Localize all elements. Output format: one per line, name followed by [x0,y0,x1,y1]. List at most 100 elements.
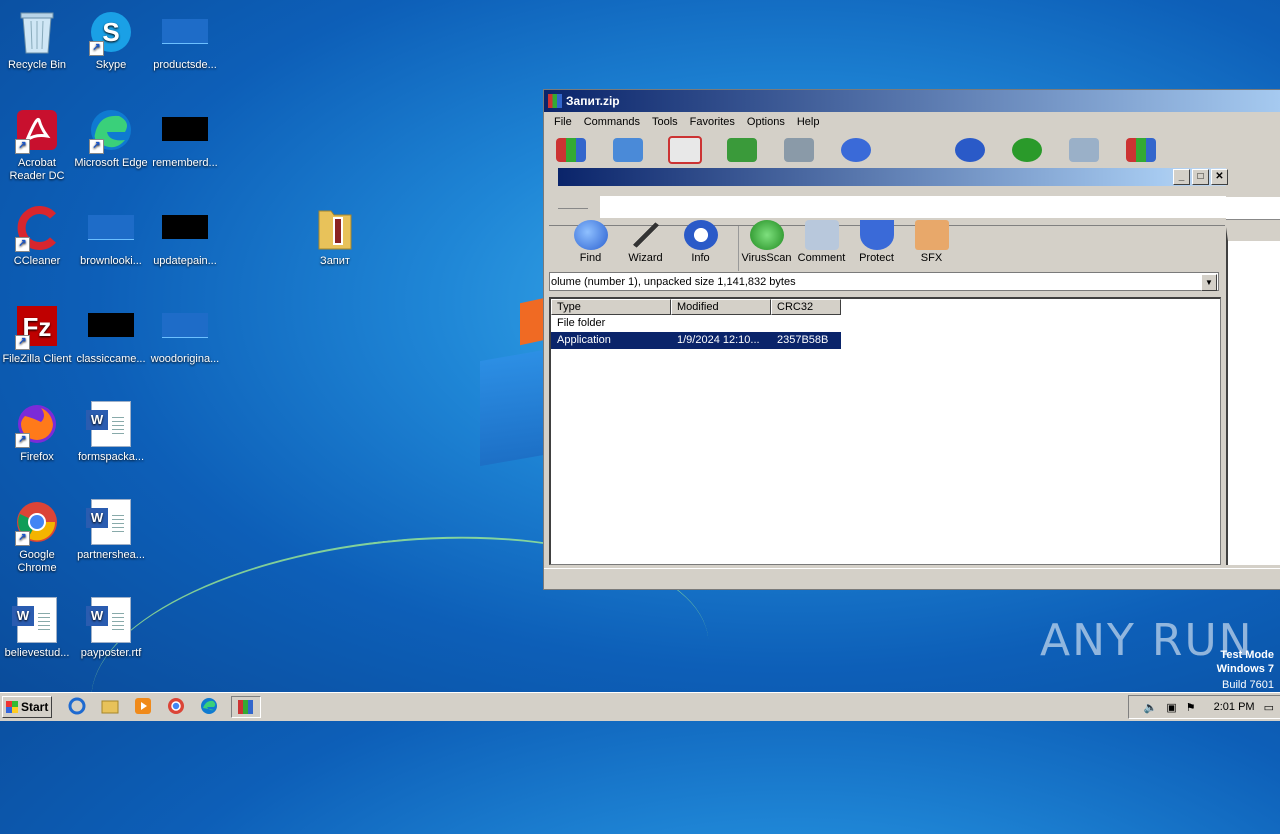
chrome-taskbar-button[interactable] [165,696,187,716]
column-type[interactable]: Type [551,299,671,315]
internet-explorer-icon [68,697,86,715]
info-button[interactable]: Info [673,220,728,271]
desktop-icon-formspacka[interactable]: formspacka... [74,400,148,464]
desktop-icon-productsde[interactable]: productsde... [148,8,222,72]
menu-options[interactable]: Options [741,116,791,128]
desktop-icon-partnershea[interactable]: partnershea... [74,498,148,562]
cell-modified: 1/9/2024 12:10... [671,332,771,349]
menu-commands[interactable]: Commands [578,116,646,128]
folder-icon [101,700,119,714]
windows-flag-icon [6,701,18,713]
archive-info-bar[interactable]: olume (number 1), unpacked size 1,141,83… [549,272,1219,291]
edge-icon: ↗ [87,106,135,154]
virusscan-icon [749,220,784,250]
desktop-icon-label: productsde... [153,59,217,71]
virusscan-label: VirusScan [741,252,792,264]
virusscan-button[interactable]: VirusScan [738,220,794,271]
column-modified[interactable]: Modified [671,299,771,315]
sfx-button[interactable]: SFX [904,220,959,271]
add-icon [556,138,586,162]
table-row-selected[interactable]: Application 1/9/2024 12:10... 2357B58B [551,332,1220,349]
winrar-window[interactable]: Запит.zip File Commands Tools Favorites … [543,89,1280,590]
shortcut-arrow-icon: ↗ [15,139,30,154]
table-row[interactable]: File folder [551,315,1220,332]
desktop-icon-filezilla[interactable]: Fz ↗ FileZilla Client [0,302,74,366]
volume-icon[interactable]: 🔈 [1144,701,1158,714]
desktop-icon-label: Recycle Bin [7,59,67,71]
clock[interactable]: 2:01 PM [1214,701,1255,713]
shortcut-arrow-icon: ↗ [15,433,30,448]
column-crc32[interactable]: CRC32 [771,299,841,315]
comment-top-button[interactable] [1065,136,1103,164]
protect-button[interactable]: Protect [849,220,904,271]
desktop-icon-believestud[interactable]: believestud... [0,596,74,660]
bug-icon [1012,138,1042,162]
cell-crc [771,315,841,332]
comment-button[interactable]: Comment [794,220,849,271]
window-title-bar[interactable]: Запит.zip [544,90,1280,112]
test-button[interactable] [666,136,704,164]
minimize-button[interactable]: _ [1173,169,1190,185]
desktop-icon-classiccame[interactable]: classiccame... [74,302,148,366]
extract-button[interactable] [609,136,647,164]
edge-icon [201,698,217,714]
start-button[interactable]: Start [2,696,52,718]
winrar-taskbar-button[interactable] [231,696,261,718]
build-text: Build 7601 [1222,679,1274,691]
desktop-icon-ccleaner[interactable]: ↗ CCleaner [0,204,74,268]
sfx-label: SFX [920,252,943,264]
desktop-icon-chrome[interactable]: ↗ Google Chrome [0,498,74,575]
close-button[interactable]: ✕ [1211,169,1228,185]
desktop-icon-label: brownlooki... [80,255,142,267]
sfx-top-button[interactable] [1122,136,1160,164]
acrobat-icon: ↗ [13,106,61,154]
info-label: Info [691,252,710,264]
inner-window-title-bar[interactable]: _ □ ✕ [558,168,1228,186]
view-button[interactable] [723,136,761,164]
delete-button[interactable] [780,136,818,164]
action-center-flag-icon[interactable]: ⚑ [1186,701,1196,714]
blank-file-icon [161,302,209,350]
menu-help[interactable]: Help [791,116,826,128]
desktop-icon-rememberd[interactable]: rememberd... [148,106,222,170]
desktop-icon-acrobat[interactable]: ↗ Acrobat Reader DC [0,106,74,183]
menu-favorites[interactable]: Favorites [684,116,741,128]
ie-taskbar-button[interactable] [66,696,88,716]
add-button[interactable] [552,136,590,164]
media-player-icon [135,698,151,714]
desktop-icon-woodorigina[interactable]: woodorigina... [148,302,222,366]
wizard-label: Wizard [628,252,663,264]
desktop-icon-label: CCleaner [13,255,61,267]
desktop-icon-skype[interactable]: S ↗ Skype [74,8,148,72]
protect-icon [859,220,894,250]
desktop-icon-payposter[interactable]: payposter.rtf [74,596,148,660]
svg-text:S: S [102,17,119,47]
desktop-icon-label: rememberd... [152,157,218,169]
media-player-taskbar-button[interactable] [132,696,154,716]
windows-wallpaper-logo [480,296,550,467]
desktop-icon-edge[interactable]: ↗ Microsoft Edge [74,106,148,170]
network-icon[interactable]: ▣ [1166,701,1176,714]
winrar-icon [238,700,253,714]
wizard-top-button[interactable] [894,136,932,164]
virusscan-top-button[interactable] [1008,136,1046,164]
desktop-icon-updatepain[interactable]: updatepain... [148,204,222,268]
info-top-button[interactable] [951,136,989,164]
edge-taskbar-button[interactable] [198,696,220,716]
menu-tools[interactable]: Tools [646,116,684,128]
maximize-button[interactable]: □ [1192,169,1209,185]
desktop-icon-firefox[interactable]: ↗ Firefox [0,400,74,464]
view-book-icon [727,138,757,162]
find-top-button[interactable] [837,136,875,164]
file-list[interactable]: Type Modified CRC32 File folder Applicat… [549,297,1221,565]
desktop-icon-zapyt-folder[interactable]: Запит [298,204,372,268]
explorer-taskbar-button[interactable] [99,696,121,716]
zip-folder-icon [311,204,359,252]
desktop-icon-recycle-bin[interactable]: Recycle Bin [0,8,74,72]
chevron-down-icon[interactable]: ▼ [1201,274,1217,291]
find-button[interactable]: Find [563,220,618,271]
wizard-button[interactable]: Wizard [618,220,673,271]
show-desktop-icon[interactable]: ▭ [1264,701,1274,714]
desktop-icon-brownlooki[interactable]: brownlooki... [74,204,148,268]
menu-file[interactable]: File [548,116,578,128]
